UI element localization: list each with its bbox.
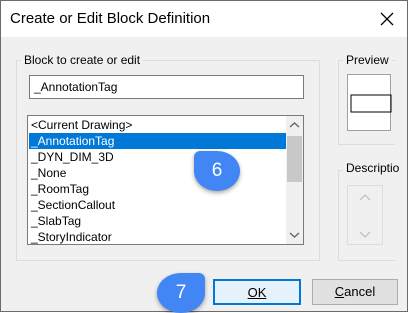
preview-image xyxy=(347,74,392,131)
list-item-selected[interactable]: _AnnotationTag xyxy=(29,133,287,149)
description-field[interactable] xyxy=(347,185,383,245)
preview-glyph xyxy=(350,94,392,113)
block-name-input[interactable]: _AnnotationTag xyxy=(29,75,304,99)
scroll-thumb[interactable] xyxy=(287,136,302,182)
window-title: Create or Edit Block Definition xyxy=(10,10,211,27)
callout-step-7: 7 xyxy=(157,273,205,313)
list-item[interactable]: _DYN_DIM_3D xyxy=(29,149,287,165)
list-item[interactable]: _RoomTag xyxy=(29,181,287,197)
block-list[interactable]: <Current Drawing> _AnnotationTag _DYN_DI… xyxy=(27,115,304,245)
list-item[interactable]: _SectionCallout xyxy=(29,197,287,213)
cancel-label: ancel xyxy=(344,284,376,299)
ok-button[interactable]: OK xyxy=(213,279,301,305)
ok-label: OK xyxy=(247,285,267,300)
chevron-up-icon xyxy=(359,194,371,201)
cancel-mnemonic: C xyxy=(334,284,345,299)
dialog-window: Create or Edit Block Definition Block to… xyxy=(0,0,408,313)
callout-step-6: 6 xyxy=(194,151,240,191)
list-item[interactable]: _SlabTag xyxy=(29,213,287,229)
scroll-up-button[interactable] xyxy=(286,117,303,134)
list-item[interactable]: <Current Drawing> xyxy=(29,117,287,133)
chevron-down-icon xyxy=(359,231,371,238)
list-item[interactable]: _None xyxy=(29,165,287,181)
cancel-button[interactable]: Cancel xyxy=(312,279,398,305)
list-scrollbar[interactable] xyxy=(286,116,303,244)
preview-label: Preview xyxy=(343,53,392,67)
close-button[interactable] xyxy=(373,5,401,33)
block-group-label: Block to create or edit xyxy=(21,53,144,67)
chevron-down-icon xyxy=(289,232,300,238)
scroll-down-button[interactable] xyxy=(286,226,303,243)
close-icon xyxy=(380,12,394,26)
list-item[interactable]: _StoryIndicator xyxy=(29,229,287,244)
chevron-up-icon xyxy=(289,122,300,128)
title-bar: Create or Edit Block Definition xyxy=(1,1,407,37)
description-label: Descriptio xyxy=(343,161,403,175)
